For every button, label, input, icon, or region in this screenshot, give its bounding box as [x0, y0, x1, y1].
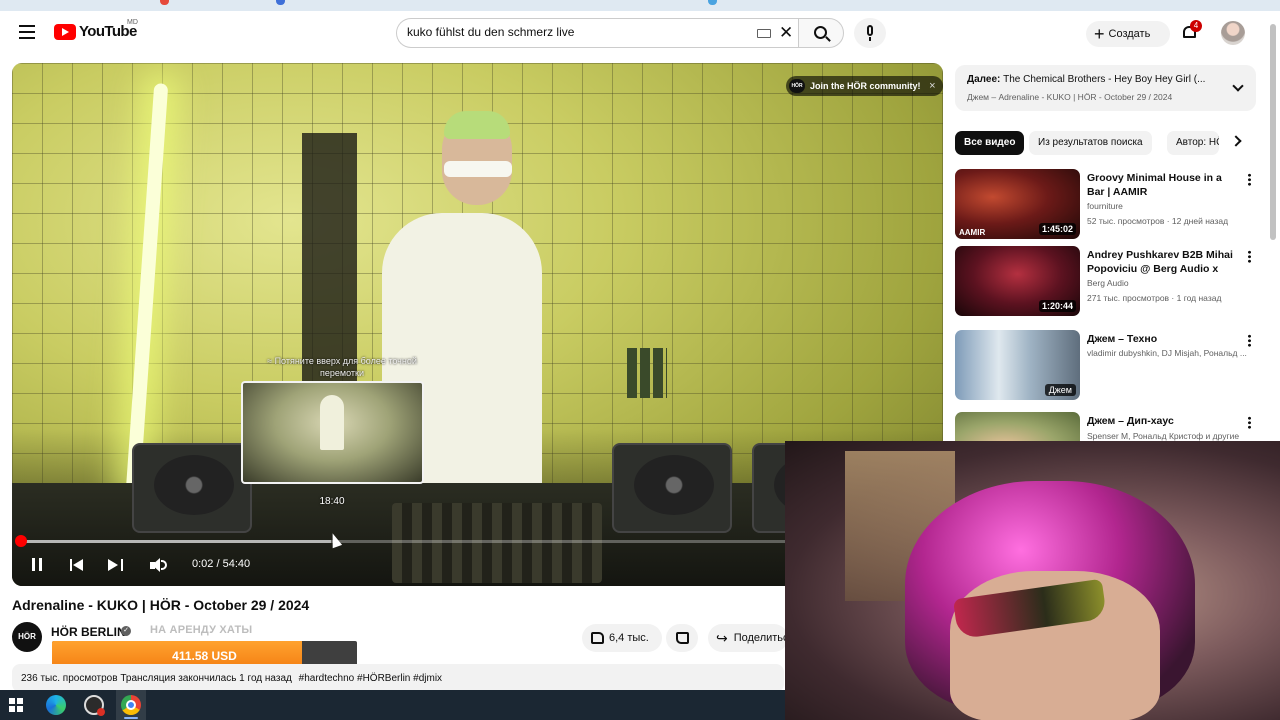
page-scrollbar[interactable]	[1270, 24, 1276, 240]
search-button[interactable]	[798, 18, 844, 48]
notification-badge: 4	[1190, 20, 1202, 32]
recommendation-channel: vladimir dubyshkin, DJ Misjah, Рональд .…	[1087, 348, 1247, 358]
recommendation-title[interactable]: Groovy Minimal House in a Bar | AAMIR	[1087, 171, 1239, 199]
tab-favicon[interactable]	[160, 0, 169, 5]
chip-from-search[interactable]: Из результатов поиска	[1029, 131, 1152, 155]
recommendation-thumbnail[interactable]: AAMIR 1:45:02	[955, 169, 1080, 239]
verified-icon: ✓	[121, 626, 131, 636]
up-next-title: The Chemical Brothers - Hey Boy Hey Girl…	[1003, 74, 1206, 85]
youtube-logo[interactable]: YouTube MD	[54, 19, 138, 40]
volume-icon[interactable]	[149, 555, 169, 575]
notifications-button[interactable]: 4	[1180, 20, 1202, 43]
recommendation-thumbnail[interactable]: 1:20:44	[955, 246, 1080, 316]
more-vert-icon[interactable]	[1248, 173, 1251, 186]
previous-icon[interactable]	[70, 555, 86, 575]
recommendation-channel: Berg Audio	[1087, 278, 1129, 288]
masthead: YouTube MD ✕ + Создать 4	[0, 11, 1280, 55]
join-label: Join the HÖR community!	[810, 81, 921, 91]
time-display: 0:02 / 54:40	[192, 558, 251, 570]
channel-avatar[interactable]: HÖR	[12, 622, 42, 652]
keyboard-icon[interactable]	[757, 29, 771, 38]
seek-preview-time: 18:40	[319, 496, 345, 507]
tab-favicon[interactable]	[708, 0, 717, 5]
browser-tab-strip	[0, 0, 1280, 11]
chip-all-videos[interactable]: Все видео	[955, 131, 1025, 155]
donation-amount: 411.58 USD	[172, 649, 237, 663]
mix-badge: Джем	[1044, 384, 1076, 396]
hor-logo: HÖR	[789, 79, 805, 93]
dislike-button[interactable]	[666, 624, 698, 652]
chevron-down-icon[interactable]	[1232, 80, 1244, 92]
recommendation-channel: Spenser M, Рональд Кристоф и другие	[1087, 431, 1240, 441]
plus-icon: +	[1094, 24, 1105, 44]
region-code: MD	[127, 19, 138, 26]
recommendation-thumbnail[interactable]: Джем	[955, 330, 1080, 400]
seek-preview-thumbnail	[241, 381, 424, 484]
search-input[interactable]	[407, 25, 747, 39]
hamburger-icon[interactable]	[16, 21, 38, 43]
channel-name[interactable]: HÖR BERLIN	[51, 625, 126, 639]
clear-icon[interactable]: ✕	[779, 24, 793, 41]
thumbnail-tag: AAMIR	[959, 228, 986, 237]
seek-hint: ≈ Потяните вверх для более точной перемо…	[267, 356, 417, 378]
progress-scrubber[interactable]	[15, 535, 27, 547]
mic-icon	[867, 25, 873, 36]
obs-icon[interactable]	[84, 695, 105, 716]
recommendation-channel: fourniture	[1087, 201, 1123, 211]
recommendation-meta: 52 тыс. просмотров · 12 дней назад	[1087, 216, 1229, 226]
join-community-overlay[interactable]: HÖR Join the HÖR community! ×	[786, 76, 943, 96]
duration-badge: 1:45:02	[1038, 223, 1076, 235]
description-box[interactable]: 236 тыс. просмотров Трансляция закончила…	[12, 664, 784, 692]
up-next-panel[interactable]: Далее: The Chemical Brothers - Hey Boy H…	[955, 65, 1256, 111]
chrome-icon[interactable]	[121, 695, 141, 715]
close-icon[interactable]: ×	[929, 76, 935, 96]
create-button[interactable]: + Создать	[1086, 21, 1170, 47]
recommendation-meta: 271 тыс. просмотров · 1 год назад	[1087, 293, 1222, 303]
more-vert-icon[interactable]	[1248, 250, 1251, 263]
like-icon	[591, 632, 604, 644]
recommendation-item[interactable]: 1:20:44 Andrey Pushkarev B2B Mihai Popov…	[955, 246, 1260, 318]
share-icon: ↪	[716, 629, 728, 646]
like-count: 6,4 тыс.	[609, 632, 649, 644]
chip-by-author[interactable]: Автор: HÖR	[1167, 131, 1219, 155]
video-title: Adrenaline - KUKO | HÖR - October 29 / 2…	[12, 597, 310, 613]
recommendation-title[interactable]: Джем – Техно	[1087, 332, 1239, 346]
dislike-icon	[675, 632, 689, 644]
duration-badge: 1:20:44	[1038, 300, 1076, 312]
recommendation-item[interactable]: Джем – Дип-хаус Spenser M, Рональд Крист…	[955, 412, 1260, 441]
edge-icon[interactable]	[46, 695, 66, 715]
description-stats: 236 тыс. просмотров Трансляция закончила…	[21, 673, 292, 684]
account-avatar[interactable]	[1221, 21, 1245, 45]
chevron-right-icon[interactable]	[1230, 135, 1242, 147]
next-icon[interactable]	[107, 555, 123, 575]
youtube-logo-icon	[54, 23, 76, 40]
up-next-subtitle: Джем – Adrenaline - KUKO | HÖR - October…	[967, 92, 1173, 102]
voice-search-button[interactable]	[854, 18, 886, 48]
recommendation-item[interactable]: Джем Джем – Техно vladimir dubyshkin, DJ…	[955, 330, 1260, 402]
recommendation-title[interactable]: Andrey Pushkarev B2B Mihai Popoviciu @ B…	[1087, 248, 1239, 276]
recommendation-thumbnail[interactable]	[955, 412, 1080, 441]
up-next-prefix: Далее:	[967, 74, 1001, 85]
more-vert-icon[interactable]	[1248, 334, 1251, 347]
recommendation-title[interactable]: Джем – Дип-хаус	[1087, 414, 1239, 428]
progress-buffered	[21, 540, 332, 543]
tab-favicon[interactable]	[276, 0, 285, 5]
share-button[interactable]: ↪ Поделиться	[708, 624, 794, 652]
webcam-overlay	[785, 441, 1280, 720]
pause-icon[interactable]	[30, 555, 44, 575]
donation-banner-text: НА АРЕНДУ ХАТЫ	[150, 624, 253, 636]
recommendation-item[interactable]: AAMIR 1:45:02 Groovy Minimal House in a …	[955, 169, 1260, 241]
description-tags[interactable]: #hardtechno #HÖRBerlin #djmix	[299, 673, 442, 684]
like-button[interactable]: 6,4 тыс.	[582, 624, 662, 652]
search-box: ✕	[396, 18, 798, 48]
create-label: Создать	[1108, 28, 1151, 40]
windows-start-icon[interactable]	[9, 698, 23, 712]
more-vert-icon[interactable]	[1248, 416, 1251, 429]
